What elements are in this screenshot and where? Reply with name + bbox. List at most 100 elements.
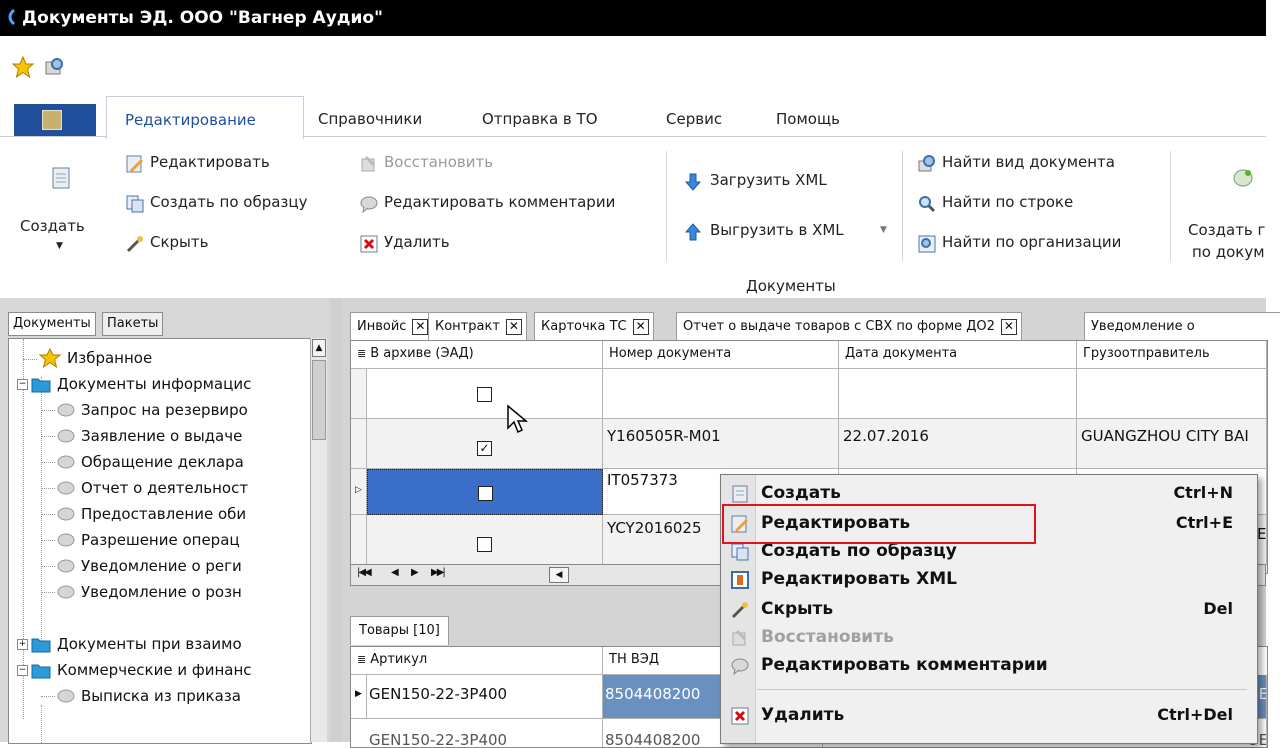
create-by-doc-line1[interactable]: Создать г — [1188, 221, 1265, 239]
window-title: Документы ЭД. ООО "Вагнер Аудио" — [22, 8, 383, 28]
restore-icon — [361, 155, 376, 172]
menu-item-hide[interactable]: Скрыть Del — [721, 595, 1257, 625]
create-button[interactable]: Создать — [20, 217, 85, 235]
column-menu-icon: ≣ — [357, 653, 367, 666]
scroll-thumb[interactable] — [312, 360, 326, 440]
nav-next-icon[interactable]: ▶ — [411, 567, 419, 578]
column-menu-icon: ≣ — [357, 347, 367, 360]
delete-button[interactable]: Удалить — [384, 233, 450, 251]
comment-icon — [731, 658, 749, 675]
number-cell[interactable] — [603, 369, 839, 419]
edit-button[interactable]: Редактировать — [150, 153, 270, 171]
create-doc-icon — [52, 167, 70, 189]
archived-cell[interactable] — [367, 369, 603, 419]
current-row-arrow-icon[interactable]: ▶ — [351, 675, 367, 719]
number-cell[interactable]: Y160505R-M01 — [603, 419, 839, 469]
edit-comments-button[interactable]: Редактировать комментарии — [384, 193, 615, 211]
create-by-sample-button[interactable]: Создать по образцу — [150, 193, 308, 211]
collapse-icon[interactable]: − — [17, 665, 28, 676]
tab-editing[interactable]: Редактирование — [106, 96, 304, 139]
menu-item-edit-comments[interactable]: Редактировать комментарии — [721, 651, 1257, 681]
tab-goods[interactable]: Товары [10] — [350, 616, 449, 645]
hide-button[interactable]: Скрыть — [150, 233, 208, 251]
row-indicator[interactable] — [351, 419, 367, 469]
archived-checkbox[interactable]: ✓ — [477, 441, 492, 456]
article-cell[interactable]: GEN150-22-3P400 — [367, 719, 603, 747]
close-icon[interactable]: ✕ — [505, 318, 522, 335]
scroll-up-icon[interactable]: ▲ — [312, 339, 326, 357]
find-by-org-button[interactable]: Найти по организации — [942, 233, 1121, 251]
export-xml-button[interactable]: Выгрузить в XML — [710, 221, 844, 239]
tab-packages[interactable]: Пакеты — [102, 312, 164, 336]
create-by-doc-icon — [1233, 169, 1253, 187]
nav-prev-icon[interactable]: ◀ — [391, 567, 399, 578]
row-indicator[interactable] — [351, 369, 367, 419]
expand-icon[interactable]: + — [17, 639, 28, 650]
tab-vehicle-card[interactable]: Карточка ТС ✕ — [534, 312, 654, 341]
current-row-indicator-icon[interactable]: ▷ — [351, 469, 367, 515]
star-icon — [39, 348, 61, 368]
close-icon[interactable]: ✕ — [412, 318, 429, 335]
archived-checkbox[interactable] — [477, 387, 492, 402]
tab-contract[interactable]: Контракт ✕ — [428, 312, 527, 341]
create-by-doc-line2[interactable]: по докум — [1192, 243, 1265, 261]
comment-icon — [360, 196, 378, 213]
archived-cell[interactable] — [367, 515, 603, 565]
hide-wand-icon — [731, 602, 748, 619]
tree-scrollbar[interactable]: ▲ — [310, 338, 327, 742]
collapse-icon[interactable]: − — [17, 379, 28, 390]
sender-cell[interactable] — [1077, 369, 1267, 419]
sender-cell[interactable]: GUANGZHOU CITY BAI — [1077, 419, 1267, 469]
nav-last-icon[interactable]: ▶▶| — [431, 567, 446, 578]
tab-send-to[interactable]: Отправка в ТО — [482, 110, 598, 128]
annotation-highlight — [722, 504, 1036, 544]
row-indicator[interactable] — [351, 515, 367, 565]
scroll-left-icon[interactable]: ◀ — [549, 567, 569, 583]
create-dropdown-icon[interactable]: ▼ — [56, 241, 63, 251]
date-cell[interactable] — [839, 369, 1077, 419]
app-menu-button[interactable] — [14, 104, 96, 136]
archived-cell-selected[interactable] — [367, 469, 603, 515]
document-icon — [57, 429, 75, 443]
left-pane: Документы Пакеты Избранное − Документы и… — [0, 298, 330, 744]
mouse-cursor-icon — [507, 404, 529, 434]
tab-invoice[interactable]: Инвойс ✕ — [350, 312, 434, 341]
archived-checkbox[interactable] — [478, 486, 493, 501]
pane-splitter[interactable] — [330, 298, 342, 742]
column-header-date[interactable]: Дата документа — [839, 341, 1077, 369]
column-header-article[interactable]: ≣ Артикул — [351, 647, 603, 675]
find-doc-type-button[interactable]: Найти вид документа — [942, 153, 1115, 171]
search-doc-icon[interactable] — [44, 56, 66, 78]
archived-cell[interactable]: ✓ — [367, 419, 603, 469]
restore-icon — [732, 629, 747, 646]
export-xml-dropdown-icon[interactable]: ▼ — [880, 225, 887, 235]
column-header-sender[interactable]: Грузоотправитель — [1077, 341, 1267, 369]
tab-documents[interactable]: Документы — [8, 312, 96, 336]
menu-item-delete[interactable]: Удалить Ctrl+Del — [721, 701, 1257, 731]
tab-help[interactable]: Помощь — [776, 110, 840, 128]
column-header-number[interactable]: Номер документа — [603, 341, 839, 369]
menu-item-restore[interactable]: Восстановить — [721, 623, 1257, 653]
find-by-row-icon — [919, 196, 936, 213]
close-icon[interactable]: ✕ — [1000, 318, 1017, 335]
export-xml-icon — [684, 223, 702, 241]
column-header-archived[interactable]: ≣ В архиве (ЭАД) — [351, 341, 603, 369]
date-cell[interactable]: 22.07.2016 — [839, 419, 1077, 469]
archived-checkbox[interactable] — [477, 537, 492, 552]
tab-release-report[interactable]: Отчет о выдаче товаров с СВХ по форме ДО… — [676, 312, 1022, 341]
tab-service[interactable]: Сервис — [666, 110, 722, 128]
ribbon-separator — [666, 151, 667, 261]
nav-first-icon[interactable]: |◀◀ — [357, 567, 372, 578]
restore-button[interactable]: Восстановить — [384, 153, 493, 171]
tab-references[interactable]: Справочники — [318, 110, 422, 128]
close-icon[interactable]: ✕ — [632, 318, 649, 335]
load-xml-button[interactable]: Загрузить XML — [710, 171, 827, 189]
menu-item-edit-xml[interactable]: Редактировать XML — [721, 565, 1257, 595]
favorite-star-icon[interactable] — [12, 56, 34, 78]
article-cell[interactable]: GEN150-22-3P400 — [367, 675, 603, 719]
hide-wand-icon — [126, 236, 143, 253]
document-icon — [57, 507, 75, 521]
tab-notification[interactable]: Уведомление о — [1084, 312, 1280, 341]
find-by-row-button[interactable]: Найти по строке — [942, 193, 1073, 211]
copy-doc-icon — [731, 543, 749, 561]
